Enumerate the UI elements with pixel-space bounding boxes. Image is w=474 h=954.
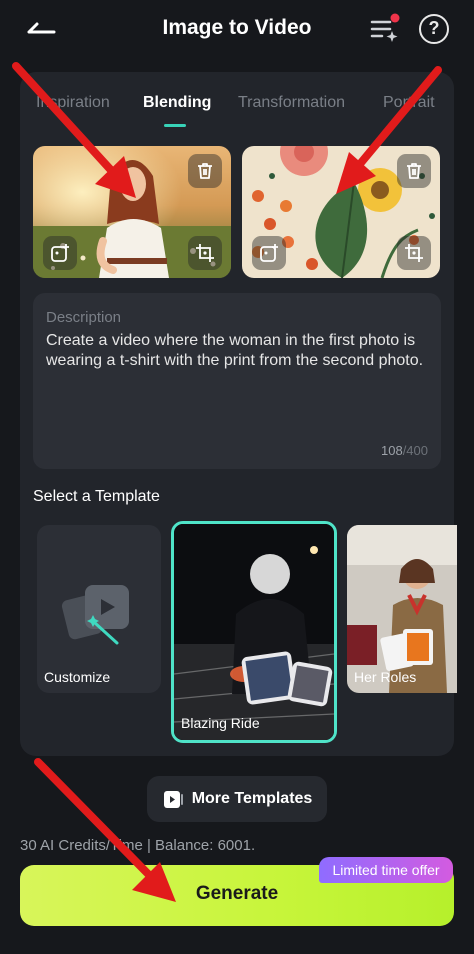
tab-indicator xyxy=(164,124,186,127)
description-text[interactable]: Create a video where the woman in the fi… xyxy=(46,331,430,370)
more-templates-button[interactable]: More Templates xyxy=(147,776,327,822)
trash-icon xyxy=(407,163,421,179)
crop-icon xyxy=(405,244,423,262)
help-circle-icon: ? xyxy=(428,18,440,38)
replace-second-photo-button[interactable] xyxy=(252,236,286,270)
template-label: Her Roles xyxy=(354,669,417,685)
more-templates-label: More Templates xyxy=(191,790,313,807)
template-section-title: Select a Template xyxy=(33,488,160,505)
template-her-roles[interactable]: Her Roles xyxy=(347,525,457,693)
her-roles-thumbnail xyxy=(347,525,457,693)
character-max: /400 xyxy=(402,443,428,458)
main-panel: Inspiration Blending Transformation Port… xyxy=(20,72,457,756)
help-button[interactable]: ? xyxy=(419,14,449,44)
credits-info: 30 AI Credits/Time | Balance: 6001. xyxy=(20,837,256,854)
header: Image to Video ? xyxy=(0,0,474,60)
template-customize[interactable]: Customize xyxy=(37,525,161,693)
video-template-icon xyxy=(163,791,183,808)
generate-label: Generate xyxy=(195,883,279,904)
crop-first-photo-button[interactable] xyxy=(188,236,222,270)
history-button[interactable] xyxy=(368,12,402,46)
tab-inspiration[interactable]: Inspiration xyxy=(36,94,110,112)
character-counter: 108/400 xyxy=(381,443,428,458)
second-photo-card[interactable] xyxy=(242,146,440,278)
delete-second-photo-button[interactable] xyxy=(397,154,431,188)
template-label: Blazing Ride xyxy=(181,715,260,731)
limited-offer-badge: Limited time offer xyxy=(319,857,453,883)
tab-portrait[interactable]: Portrait xyxy=(383,94,435,112)
description-field[interactable]: Description Create a video where the wom… xyxy=(33,293,441,469)
template-blazing-ride[interactable]: Blazing Ride xyxy=(171,521,337,743)
red-arrow-generate xyxy=(34,758,160,886)
crop-second-photo-button[interactable] xyxy=(397,236,431,270)
customize-template-icon xyxy=(61,585,129,645)
tab-blending[interactable]: Blending xyxy=(143,94,211,112)
template-label: Customize xyxy=(44,669,111,685)
tab-transformation[interactable]: Transformation xyxy=(238,94,345,112)
add-image-icon xyxy=(260,244,278,262)
first-photo-card[interactable] xyxy=(33,146,231,278)
sparkle-list-icon xyxy=(370,13,400,42)
crop-icon xyxy=(196,244,214,262)
add-image-icon xyxy=(51,244,69,262)
delete-first-photo-button[interactable] xyxy=(188,154,222,188)
replace-first-photo-button[interactable] xyxy=(43,236,77,270)
trash-icon xyxy=(198,163,212,179)
page-title: Image to Video xyxy=(162,16,312,39)
blazing-ride-thumbnail xyxy=(174,524,334,740)
character-count: 108 xyxy=(380,443,403,458)
description-label: Description xyxy=(46,309,122,326)
tab-bar: Inspiration Blending Transformation Port… xyxy=(20,72,454,128)
